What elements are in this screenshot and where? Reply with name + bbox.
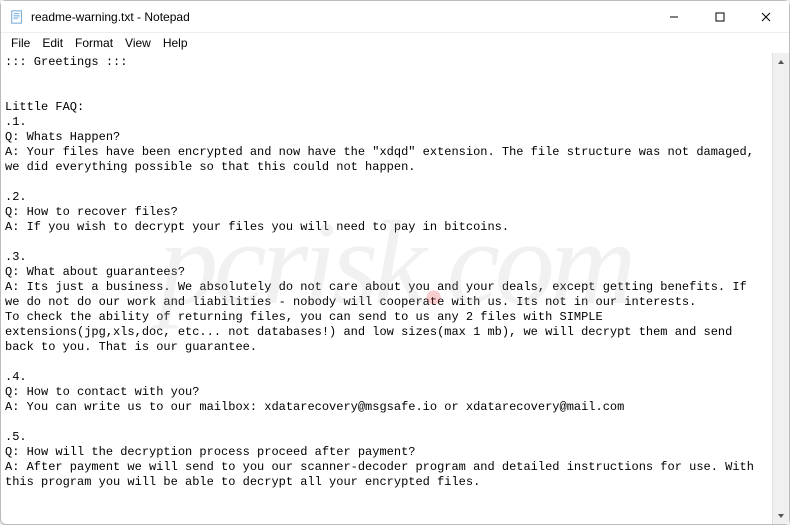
vertical-scrollbar[interactable] [772, 53, 789, 524]
titlebar: readme-warning.txt - Notepad [1, 1, 789, 33]
menu-help[interactable]: Help [157, 34, 194, 52]
menu-file[interactable]: File [5, 34, 36, 52]
minimize-button[interactable] [651, 1, 697, 32]
menubar: File Edit Format View Help [1, 33, 789, 53]
menu-edit[interactable]: Edit [36, 34, 69, 52]
menu-format[interactable]: Format [69, 34, 119, 52]
content-wrapper: ::: Greetings ::: Little FAQ: .1. Q: Wha… [1, 53, 789, 524]
scroll-down-arrow[interactable] [773, 507, 789, 524]
notepad-icon [9, 9, 25, 25]
maximize-button[interactable] [697, 1, 743, 32]
window-title: readme-warning.txt - Notepad [31, 10, 651, 24]
window-controls [651, 1, 789, 32]
scroll-up-arrow[interactable] [773, 53, 789, 70]
notepad-window: readme-warning.txt - Notepad File Edit F… [0, 0, 790, 525]
menu-view[interactable]: View [119, 34, 157, 52]
close-button[interactable] [743, 1, 789, 32]
text-area[interactable]: ::: Greetings ::: Little FAQ: .1. Q: Wha… [1, 53, 772, 524]
